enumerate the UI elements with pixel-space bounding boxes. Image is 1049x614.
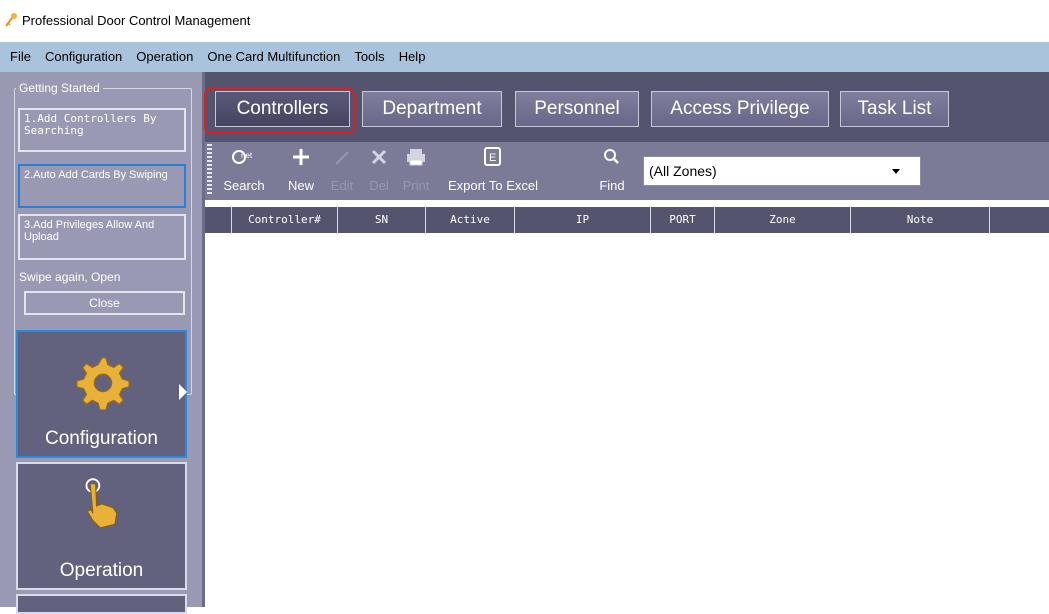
plus-icon xyxy=(293,149,309,165)
window-title: Professional Door Control Management xyxy=(22,13,251,28)
grid-header: Controller# SN Active IP PORT Zone Note xyxy=(205,207,1049,233)
net-search-icon: net xyxy=(232,150,253,164)
column-header-active[interactable]: Active xyxy=(426,207,515,233)
svg-text:net: net xyxy=(241,151,253,160)
menu-one-card-multifunction[interactable]: One Card Multifunction xyxy=(200,42,347,72)
tab-access-privilege[interactable]: Access Privilege xyxy=(651,91,829,127)
auto-add-cards-step-button[interactable]: 2.Auto Add Cards By Swiping xyxy=(18,164,186,208)
getting-started-close-button[interactable]: Close xyxy=(24,291,185,315)
magnifier-icon xyxy=(604,149,619,164)
add-controllers-step-button[interactable]: 1.Add Controllers By Searching xyxy=(18,108,186,152)
title-bar: Professional Door Control Management xyxy=(0,0,1049,42)
printer-icon xyxy=(407,149,425,166)
export-to-excel-button[interactable]: E Export To Excel xyxy=(438,142,548,200)
menu-tools[interactable]: Tools xyxy=(347,42,391,72)
delete-label: Del xyxy=(369,178,389,193)
grid-row-header-corner[interactable] xyxy=(205,207,232,233)
menu-file[interactable]: File xyxy=(0,42,38,72)
app-key-icon xyxy=(5,13,17,27)
nav-label-configuration: Configuration xyxy=(44,428,159,449)
getting-started-legend: Getting Started xyxy=(16,81,103,95)
excel-export-icon: E xyxy=(484,147,501,166)
new-button[interactable]: New xyxy=(279,142,323,200)
toolbar: net Search New Edit Del Print E Export T… xyxy=(205,142,1049,200)
new-label: New xyxy=(287,178,314,193)
edit-button[interactable]: Edit xyxy=(323,142,361,200)
print-button[interactable]: Print xyxy=(397,142,435,200)
menu-configuration[interactable]: Configuration xyxy=(38,42,129,72)
export-to-excel-label: Export To Excel xyxy=(447,178,539,193)
column-header-sn[interactable]: SN xyxy=(338,207,426,233)
nav-active-arrow xyxy=(179,384,187,400)
swipe-again-note: Swipe again, Open xyxy=(19,270,121,284)
gear-icon xyxy=(76,357,130,410)
tab-task-list[interactable]: Task List xyxy=(840,91,949,127)
zone-filter-dropdown[interactable]: (All Zones) xyxy=(643,156,921,186)
nav-tile-configuration[interactable]: Configuration xyxy=(16,330,187,458)
search-label: Search xyxy=(223,178,265,193)
svg-text:E: E xyxy=(489,152,496,164)
nav-label-operation: Operation xyxy=(59,560,144,581)
left-navigation: Getting Started 1.Add Controllers By Sea… xyxy=(0,72,202,614)
delete-button[interactable]: Del xyxy=(361,142,397,200)
tab-department[interactable]: Department xyxy=(362,91,502,127)
menu-operation[interactable]: Operation xyxy=(129,42,200,72)
chevron-down-icon xyxy=(892,169,900,174)
find-button[interactable]: Find xyxy=(593,142,631,200)
column-header-zone[interactable]: Zone xyxy=(715,207,851,233)
edit-label: Edit xyxy=(330,178,354,193)
column-header-controller[interactable]: Controller# xyxy=(232,207,338,233)
search-button[interactable]: net Search xyxy=(217,142,271,200)
nav-tile-more[interactable] xyxy=(16,594,187,614)
controllers-tab-highlight xyxy=(204,88,355,134)
pencil-icon xyxy=(335,151,349,165)
nav-tile-operation[interactable]: Operation xyxy=(16,462,187,590)
find-label: Find xyxy=(599,178,625,193)
menu-bar: File Configuration Operation One Card Mu… xyxy=(0,42,1049,72)
toolbar-grip[interactable] xyxy=(207,144,212,196)
controllers-grid-body[interactable] xyxy=(205,233,1049,607)
zone-filter-value: (All Zones) xyxy=(649,163,717,179)
menu-help[interactable]: Help xyxy=(392,42,433,72)
column-header-ip[interactable]: IP xyxy=(515,207,651,233)
print-label: Print xyxy=(402,178,430,193)
tab-personnel[interactable]: Personnel xyxy=(515,91,639,127)
column-header-note[interactable]: Note xyxy=(851,207,990,233)
column-header-port[interactable]: PORT xyxy=(651,207,715,233)
pointing-hand-icon xyxy=(85,478,118,529)
close-x-icon xyxy=(371,149,387,165)
add-privileges-step-button[interactable]: 3.Add Privileges Allow And Upload xyxy=(18,214,186,260)
